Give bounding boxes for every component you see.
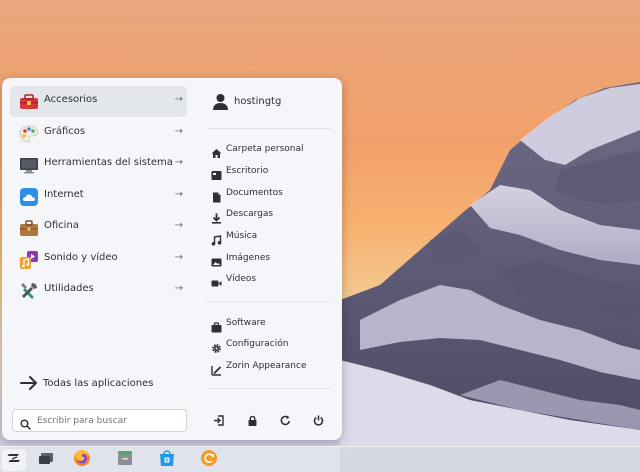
arrow-right-icon: →	[174, 126, 183, 137]
logout-icon	[213, 411, 224, 430]
arrow-right-icon: →	[174, 220, 183, 231]
restart-icon	[280, 411, 291, 430]
system-label: Configuración	[226, 339, 289, 349]
start-menu: Accesorios → Gráficos → Herramientas del…	[2, 78, 342, 440]
workspace-icon	[38, 451, 54, 470]
music-video-icon	[19, 250, 39, 270]
category-label: Herramientas del sistema	[44, 157, 173, 168]
desktop-icon	[211, 166, 222, 180]
place-label: Escritorio	[226, 166, 269, 176]
firefox-button[interactable]	[70, 449, 94, 471]
search-icon	[20, 415, 31, 434]
place-imagenes[interactable]: Imágenes	[207, 250, 331, 268]
appearance-icon	[211, 361, 222, 376]
power-button[interactable]	[307, 409, 329, 431]
category-internet[interactable]: Internet →	[10, 181, 187, 212]
place-label: Documentos	[226, 188, 283, 198]
category-label: Oficina	[44, 220, 79, 231]
briefcase-icon	[19, 218, 39, 238]
place-label: Imágenes	[226, 253, 271, 263]
category-label: Sonido y vídeo	[44, 252, 118, 263]
settings-icon	[211, 339, 222, 353]
category-label: Accesorios	[44, 94, 98, 105]
place-documentos[interactable]: Documentos	[207, 185, 331, 203]
category-oficina[interactable]: Oficina →	[10, 212, 187, 243]
search-input[interactable]	[37, 413, 182, 428]
software-icon	[211, 318, 222, 333]
place-label: Vídeos	[226, 274, 257, 284]
updates-button[interactable]	[197, 449, 221, 471]
system-label: Software	[226, 318, 266, 328]
workspace-button[interactable]	[34, 449, 58, 471]
place-musica[interactable]: Música	[207, 228, 331, 246]
arrow-right-icon	[20, 375, 38, 395]
music-icon	[211, 231, 222, 246]
cloud-icon	[19, 187, 39, 207]
category-label: Gráficos	[44, 126, 86, 137]
arrow-right-icon: →	[174, 189, 183, 200]
home-icon	[211, 144, 222, 158]
files-button[interactable]	[113, 449, 137, 471]
files-icon	[116, 449, 134, 471]
monitor-icon	[19, 155, 39, 175]
arrow-right-icon: →	[174, 252, 183, 263]
restart-button[interactable]	[274, 409, 296, 431]
place-escritorio[interactable]: Escritorio	[207, 163, 331, 181]
category-herramientas-del-sistema[interactable]: Herramientas del sistema →	[10, 149, 187, 180]
category-accesorios[interactable]: Accesorios →	[10, 86, 187, 117]
separator	[207, 128, 331, 129]
lock-icon	[247, 411, 258, 430]
user-account-button[interactable]: hostingtg	[210, 92, 330, 112]
utilities-icon	[19, 281, 39, 301]
lock-button[interactable]	[241, 409, 263, 431]
arrow-right-icon: →	[174, 94, 183, 105]
toolbox-icon	[19, 92, 39, 112]
arrow-right-icon: →	[174, 283, 183, 294]
place-label: Descargas	[226, 209, 274, 219]
document-icon	[211, 188, 222, 203]
all-applications-label: Todas las aplicaciones	[43, 378, 154, 389]
system-configuracion[interactable]: Configuración	[207, 336, 331, 354]
place-label: Carpeta personal	[226, 144, 304, 154]
separator	[207, 301, 331, 302]
system-zorin-appearance[interactable]: Zorin Appearance	[207, 358, 331, 376]
system-software[interactable]: Software	[207, 315, 331, 333]
category-label: Utilidades	[44, 283, 94, 294]
updates-icon	[200, 449, 218, 471]
place-videos[interactable]: Vídeos	[207, 271, 331, 289]
taskbar	[0, 446, 640, 472]
place-descargas[interactable]: Descargas	[207, 206, 331, 224]
separator	[207, 388, 331, 389]
image-icon	[211, 253, 222, 267]
search-box[interactable]	[12, 409, 187, 432]
system-label: Zorin Appearance	[226, 361, 307, 371]
place-label: Música	[226, 231, 258, 241]
category-sonido-y-video[interactable]: Sonido y vídeo →	[10, 244, 187, 275]
arrow-right-icon: →	[174, 157, 183, 168]
place-carpeta-personal[interactable]: Carpeta personal	[207, 141, 331, 159]
category-utilidades[interactable]: Utilidades →	[10, 275, 187, 306]
all-applications-button[interactable]: Todas las aplicaciones	[18, 374, 178, 394]
zorin-menu-icon	[6, 450, 22, 470]
palette-icon	[19, 124, 39, 144]
video-icon	[211, 274, 222, 287]
download-icon	[211, 209, 222, 224]
power-icon	[313, 411, 324, 430]
logout-button[interactable]	[207, 409, 229, 431]
software-store-icon	[158, 449, 176, 471]
software-store-button[interactable]	[155, 449, 179, 471]
zorin-menu-button[interactable]	[2, 449, 26, 471]
user-name: hostingtg	[234, 96, 282, 107]
category-graficos[interactable]: Gráficos →	[10, 118, 187, 149]
user-icon	[212, 93, 229, 114]
category-label: Internet	[44, 189, 84, 200]
firefox-icon	[73, 449, 91, 471]
